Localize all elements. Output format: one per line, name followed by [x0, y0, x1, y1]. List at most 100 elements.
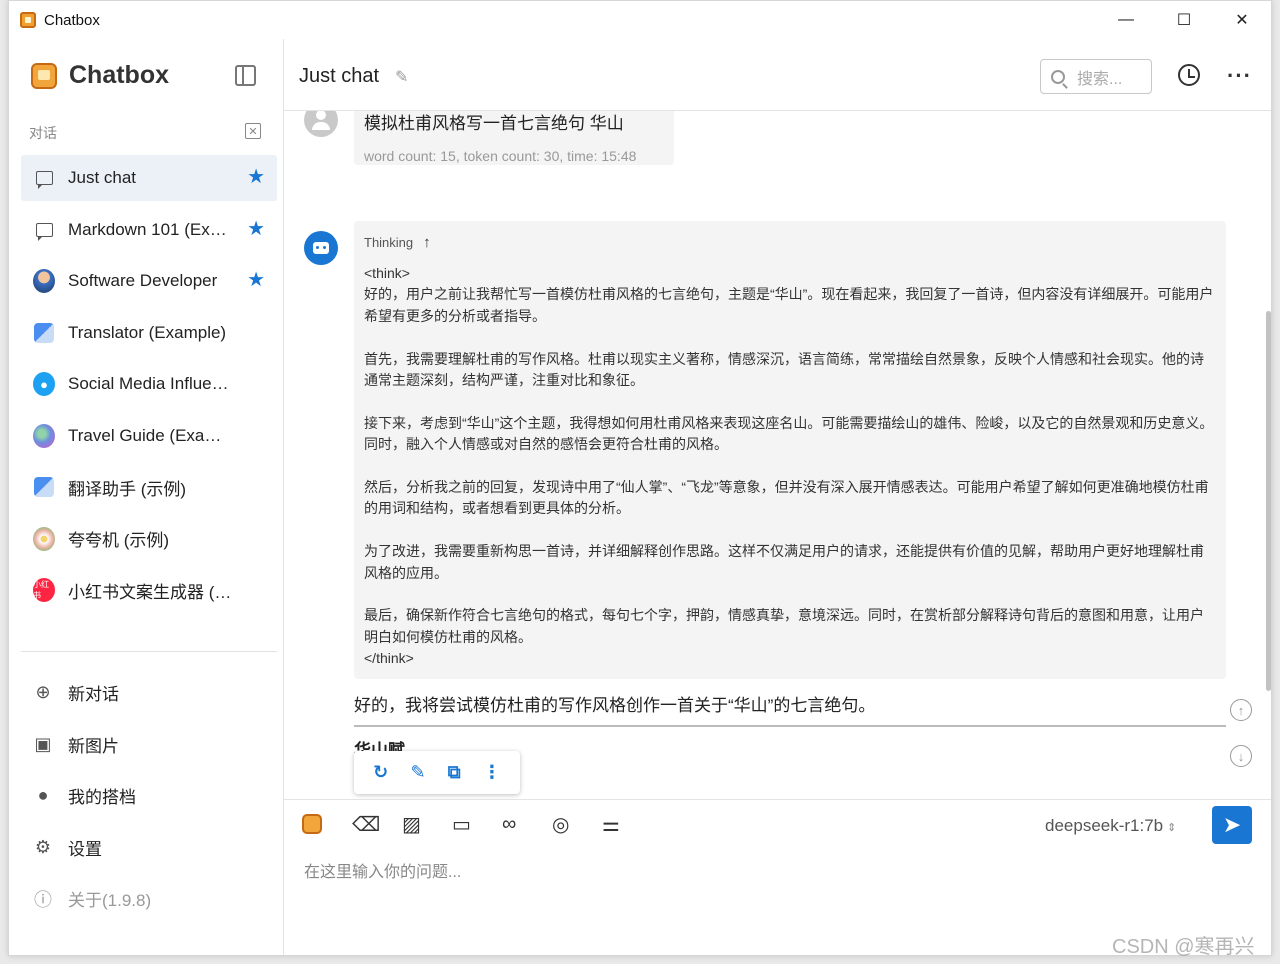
about-button[interactable]: ⓘ 关于(1.9.8)	[33, 873, 151, 925]
add-image-icon: ▣	[34, 733, 52, 754]
info-icon: ⓘ	[34, 889, 52, 910]
twitter-avatar-icon: ●	[33, 372, 55, 396]
brand: Chatbox	[31, 61, 169, 90]
star-icon[interactable]: ★	[247, 167, 265, 187]
conversation-item-just-chat[interactable]: Just chat ★	[21, 155, 277, 201]
conversation-label: 小红书文案生成器 (示例)	[68, 582, 234, 602]
conversation-label: Social Media Influencer (Example)	[68, 374, 234, 393]
sidebar-menu: ⊕ 新对话 ▣ 新图片 ● 我的搭档 ⚙ 设置 ⓘ 关于(1.9.8)	[33, 667, 151, 925]
translator-avatar-icon	[33, 322, 55, 344]
search-placeholder: 搜索...	[1077, 70, 1123, 88]
chatbox-logo-icon	[31, 62, 57, 89]
assistant-answer-text: 好的，我将尝试模仿杜甫的写作风格创作一首关于“华山”的七言绝句。	[354, 696, 876, 715]
app-icon	[20, 12, 36, 28]
collapse-sidebar-icon[interactable]	[235, 65, 256, 86]
globe-avatar-icon	[33, 423, 55, 448]
maximize-button[interactable]: ☐	[1155, 1, 1213, 39]
sidebar-divider	[21, 651, 277, 652]
flower-avatar-icon	[33, 526, 55, 551]
brand-name: Chatbox	[69, 61, 169, 89]
search-icon	[1051, 69, 1065, 84]
thinking-block: Thinking ↑ <think> 好的，用户之前让我帮忙写一首模仿杜甫风格的…	[354, 221, 1226, 679]
star-icon[interactable]: ★	[247, 219, 265, 239]
thinking-toggle[interactable]: Thinking ↑	[364, 234, 1216, 251]
settings-button[interactable]: ⚙ 设置	[33, 822, 151, 874]
message-list: 模拟杜甫风格写一首七言绝句 华山 word count: 15, token c…	[284, 111, 1271, 799]
globe-icon[interactable]: ◎	[552, 812, 602, 836]
conversation-label: Travel Guide (Example)	[68, 425, 234, 445]
developer-avatar-icon	[33, 269, 55, 293]
chat-header: Just chat ✎ 搜索... ···	[284, 39, 1271, 111]
conversation-item-travel-guide[interactable]: Travel Guide (Example)	[21, 413, 277, 459]
search-input[interactable]: 搜索...	[1040, 59, 1152, 94]
about-label: 关于(1.9.8)	[68, 891, 152, 911]
main-panel: Just chat ✎ 搜索... ··· 模拟杜甫风格写一首七言绝句 华山 w…	[284, 39, 1271, 955]
more-vertical-icon[interactable]: ⋮	[483, 762, 501, 783]
thinking-paragraph: 好的，用户之前让我帮忙写一首模仿杜甫风格的七言绝句，主题是“华山”。现在看起来，…	[364, 286, 1214, 324]
history-icon[interactable]	[1178, 64, 1200, 86]
thinking-paragraph: 为了改进，我需要重新构思一首诗，并详细解释创作思路。这样不仅满足用户的请求，还能…	[364, 543, 1204, 581]
model-name: deepseek-r1:7b	[1045, 816, 1164, 835]
translator-avatar-icon	[33, 476, 55, 498]
add-circle-icon: ⊕	[35, 682, 51, 703]
close-button[interactable]: ✕	[1213, 1, 1271, 39]
new-chat-label: 新对话	[68, 685, 119, 705]
scroll-to-bottom-icon[interactable]: ↓	[1230, 745, 1252, 767]
conversation-list: Just chat ★ Markdown 101 (Example) ★ Sof…	[21, 155, 277, 619]
folder-icon[interactable]: ▭	[452, 812, 502, 836]
model-selector[interactable]: deepseek-r1:7b ⇕	[1045, 816, 1176, 836]
conversation-item-praise-bot[interactable]: 夸夸机 (示例)	[21, 516, 277, 562]
watermark: CSDN @寒再兴	[1112, 936, 1255, 958]
my-copilots-label: 我的搭档	[68, 788, 136, 808]
think-close-tag: </think>	[364, 650, 414, 667]
thinking-paragraph: 最后，确保新作符合七言绝句的格式，每句七个字，押韵，情感真挚，意境深远。同时，在…	[364, 607, 1204, 645]
sidebar: Chatbox 对话 ✕ Just chat ★ Markdown 101 (E…	[9, 39, 284, 955]
conversation-item-translate-assistant[interactable]: 翻译助手 (示例)	[21, 464, 277, 510]
more-options-icon[interactable]: ···	[1227, 63, 1252, 89]
scrollbar[interactable]	[1266, 311, 1271, 691]
copilot-icon[interactable]	[302, 812, 352, 836]
regenerate-icon[interactable]: ↻	[373, 762, 388, 783]
copy-icon[interactable]: ⧉	[448, 762, 461, 783]
conversations-label: 对话	[29, 125, 57, 141]
user-message-text: 模拟杜甫风格写一首七言绝句 华山	[364, 114, 624, 133]
conversation-item-social-media[interactable]: ● Social Media Influencer (Example)	[21, 361, 277, 407]
conversation-item-software-developer[interactable]: Software Developer ★	[21, 258, 277, 304]
conversation-label: Translator (Example)	[68, 322, 227, 342]
eraser-icon[interactable]: ⌫	[352, 812, 402, 836]
conversation-item-xiaohongshu[interactable]: 小红书 小红书文案生成器 (示例)	[21, 567, 277, 613]
conversation-label: 夸夸机 (示例)	[68, 531, 170, 550]
conversation-label: Just chat	[68, 168, 137, 187]
my-copilots-button[interactable]: ● 我的搭档	[33, 770, 151, 822]
conversation-item-markdown[interactable]: Markdown 101 (Example) ★	[21, 207, 277, 253]
thinking-paragraph: 首先，我需要理解杜甫的写作风格。杜甫以现实主义著称，情感深沉，语言简练，常常描绘…	[364, 350, 1204, 389]
user-avatar	[304, 111, 338, 137]
chat-icon	[33, 167, 55, 189]
think-open-tag: <think>	[364, 265, 410, 281]
clear-conversations-icon[interactable]: ✕	[245, 123, 261, 139]
thinking-paragraph: 接下来，考虑到“华山”这个主题，我得想如何用杜甫风格来表现这座名山。可能需要描绘…	[364, 414, 1214, 453]
new-chat-button[interactable]: ⊕ 新对话	[33, 667, 151, 719]
edit-title-icon[interactable]: ✎	[395, 67, 408, 87]
chat-icon	[33, 219, 55, 241]
answer-divider	[354, 725, 1226, 727]
minimize-button[interactable]: —	[1097, 1, 1155, 39]
scroll-to-top-icon[interactable]: ↑	[1230, 699, 1252, 721]
conversation-item-translator[interactable]: Translator (Example)	[21, 310, 277, 356]
new-image-button[interactable]: ▣ 新图片	[33, 719, 151, 771]
star-icon[interactable]: ★	[247, 270, 265, 290]
thinking-content: <think> 好的，用户之前让我帮忙写一首模仿杜甫风格的七言绝句，主题是“华山…	[364, 263, 1216, 670]
send-button[interactable]: ➤	[1212, 806, 1252, 844]
link-icon[interactable]: ∞	[502, 812, 552, 836]
title-bar: Chatbox — ☐ ✕	[9, 1, 1271, 39]
composer-toolbar: ⌫ ▨ ▭ ∞ ◎ ⚌	[302, 812, 652, 836]
arrow-up-icon[interactable]: ↑	[423, 234, 431, 251]
message-input[interactable]: 在这里输入你的问题...	[304, 858, 461, 882]
edit-icon[interactable]: ✎	[410, 762, 425, 783]
image-icon[interactable]: ▨	[402, 812, 452, 836]
window-controls: — ☐ ✕	[1097, 1, 1271, 39]
thinking-label: Thinking	[364, 235, 414, 250]
conversation-label: Markdown 101 (Example)	[68, 219, 234, 239]
gear-icon: ⚙	[34, 836, 52, 857]
settings-sliders-icon[interactable]: ⚌	[602, 812, 652, 836]
